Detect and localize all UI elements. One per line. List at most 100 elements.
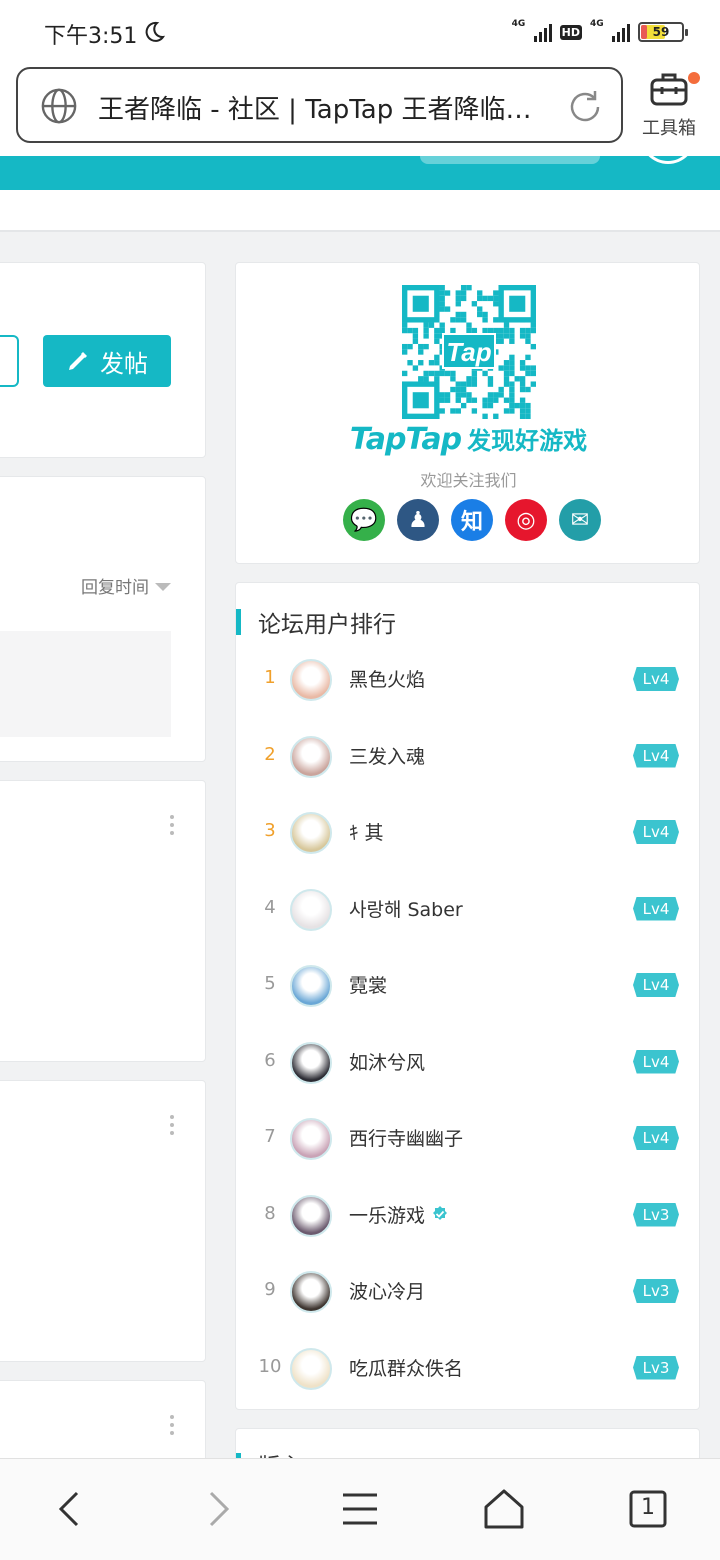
toolbox-icon xyxy=(650,73,688,106)
browser-toolbar: 王者降临 - 社区 | TapTap 王者降临社区 工具箱 xyxy=(0,62,720,156)
level-badge: Lv3 xyxy=(633,1279,679,1303)
reload-icon[interactable] xyxy=(565,87,605,127)
thread-card[interactable] xyxy=(0,780,206,1062)
wechat-icon[interactable]: 💬 xyxy=(343,499,385,541)
rank-number: 2 xyxy=(264,743,276,765)
ranking-row[interactable]: 8 一乐游戏 Lv3 xyxy=(236,1187,701,1247)
ranking-row[interactable]: 1 黑色火焰 Lv4 xyxy=(236,651,701,711)
sort-label: 回复时间 xyxy=(81,578,149,598)
thread-card[interactable] xyxy=(0,1080,206,1362)
username[interactable]: 吃瓜群众佚名 xyxy=(349,1354,463,1381)
avatar[interactable] xyxy=(290,1118,332,1160)
rank-number: 7 xyxy=(264,1126,276,1147)
header-avatar-edge[interactable] xyxy=(640,136,696,164)
rank-number: 5 xyxy=(264,973,276,994)
more-icon[interactable] xyxy=(169,1115,175,1139)
username[interactable]: 黑色火焰 xyxy=(349,665,425,692)
hd-badge: HD xyxy=(559,24,582,40)
username[interactable]: 一乐游戏 xyxy=(349,1201,449,1228)
verified-icon xyxy=(433,1206,448,1220)
username-text: 黑色火焰 xyxy=(349,669,426,691)
avatar[interactable] xyxy=(290,812,332,854)
more-icon[interactable] xyxy=(169,815,175,839)
username[interactable]: 波心冷月 xyxy=(349,1277,425,1304)
level-badge: Lv4 xyxy=(633,1049,679,1074)
avatar[interactable] xyxy=(290,1041,332,1084)
more-icon[interactable] xyxy=(169,1415,175,1439)
ranking-row[interactable]: 6 如沐兮风 Lv4 xyxy=(236,1034,701,1094)
username[interactable]: 如沐兮风 xyxy=(349,1048,425,1075)
username[interactable]: 西行寺幽幽子 xyxy=(349,1124,463,1151)
nav-band xyxy=(0,190,720,232)
ranking-row[interactable]: 9 波心冷月 Lv3 xyxy=(236,1263,701,1323)
moon-icon xyxy=(145,21,166,42)
ranking-row[interactable]: 5 霓裳 Lv4 xyxy=(236,957,701,1017)
avatar[interactable] xyxy=(290,965,332,1007)
rank-number: 9 xyxy=(264,1279,276,1300)
rank-number: 3 xyxy=(264,820,276,841)
brand-line: TapTap 发现好游戏 xyxy=(236,421,701,457)
avatar[interactable] xyxy=(290,1271,332,1313)
home-icon[interactable] xyxy=(480,1485,528,1533)
username-text: 一乐游戏 xyxy=(349,1204,426,1227)
ranking-row[interactable]: 7 西行寺幽幽子 Lv4 xyxy=(236,1110,701,1170)
post-card: 发帖 xyxy=(0,262,206,458)
pinned-block[interactable] xyxy=(0,631,171,737)
caret-down-icon xyxy=(155,583,171,591)
rank-number: 10 xyxy=(258,1355,282,1377)
tabs-count: 1 xyxy=(641,1495,655,1520)
avatar[interactable] xyxy=(290,1347,332,1390)
ranking-row[interactable]: 2 三发入魂 Lv4 xyxy=(236,728,701,788)
signal-2-icon: 4G xyxy=(590,19,630,44)
ranking-title: 论坛用户排行 xyxy=(258,612,396,638)
username[interactable]: ｷ 其 xyxy=(349,818,384,845)
zhihu-icon[interactable]: 知 xyxy=(451,499,493,541)
globe-icon xyxy=(41,88,77,124)
username[interactable]: 사랑해 Saber xyxy=(349,895,463,922)
search-input-edge[interactable] xyxy=(0,335,19,387)
status-bar: 下午3:51 4G HD 4G 59 xyxy=(0,0,720,62)
username-text: 吃瓜群众佚名 xyxy=(349,1357,464,1380)
avatar[interactable] xyxy=(290,735,332,778)
username[interactable]: 霓裳 xyxy=(349,971,387,998)
battery-icon: 59 xyxy=(638,22,688,42)
section-accent-bar xyxy=(236,609,241,635)
toolbox-button[interactable]: 工具箱 xyxy=(634,68,704,144)
ranking-row[interactable]: 10 吃瓜群众佚名 Lv3 xyxy=(236,1340,701,1400)
weibo-icon[interactable]: ◎ xyxy=(505,499,547,541)
ranking-row[interactable]: 3 ｷ 其 Lv4 xyxy=(236,804,701,864)
level-badge: Lv4 xyxy=(633,896,679,921)
level-badge: Lv4 xyxy=(633,743,679,768)
username-text: 西行寺幽幽子 xyxy=(349,1128,464,1150)
avatar[interactable] xyxy=(290,888,332,931)
signal-1-icon: 4G xyxy=(512,19,552,44)
username-text: 如沐兮风 xyxy=(349,1051,426,1074)
user-ranking-card: 论坛用户排行 1 黑色火焰 Lv4 2 三发入魂 Lv4 3 ｷ 其 Lv4 4 사랑해 Saber… xyxy=(235,582,700,1410)
status-time: 下午3:51 xyxy=(44,24,138,49)
username-text: 波心冷月 xyxy=(349,1281,426,1303)
level-badge: Lv3 xyxy=(633,1202,679,1227)
forward-icon[interactable] xyxy=(193,1485,241,1533)
level-badge: Lv4 xyxy=(633,973,679,997)
tabs-button[interactable]: 1 xyxy=(624,1485,672,1533)
level-badge: Lv4 xyxy=(633,667,679,691)
post-button[interactable]: 发帖 xyxy=(43,335,171,387)
rank-number: 1 xyxy=(264,667,276,688)
avatar[interactable] xyxy=(290,659,332,701)
level-badge: Lv4 xyxy=(633,1126,679,1150)
username[interactable]: 三发入魂 xyxy=(349,742,425,769)
sort-dropdown[interactable]: 回复时间 xyxy=(81,573,171,598)
menu-icon[interactable] xyxy=(336,1485,384,1533)
mail-icon[interactable]: ✉ xyxy=(559,499,601,541)
battery-level: 59 xyxy=(652,25,670,39)
thread-filter-card: 回复时间 xyxy=(0,476,206,762)
header-search-edge[interactable] xyxy=(420,148,600,164)
address-bar[interactable]: 王者降临 - 社区 | TapTap 王者降临社区 xyxy=(16,67,623,143)
avatar[interactable] xyxy=(290,1194,332,1237)
ranking-row[interactable]: 4 사랑해 Saber Lv4 xyxy=(236,881,701,941)
qq-icon[interactable]: ♟ xyxy=(397,499,439,541)
back-icon[interactable] xyxy=(47,1485,95,1533)
brand-slogan: 发现好游戏 xyxy=(467,427,588,455)
browser-bottom-nav: 1 xyxy=(0,1458,720,1560)
brand-logo: TapTap xyxy=(349,422,462,457)
